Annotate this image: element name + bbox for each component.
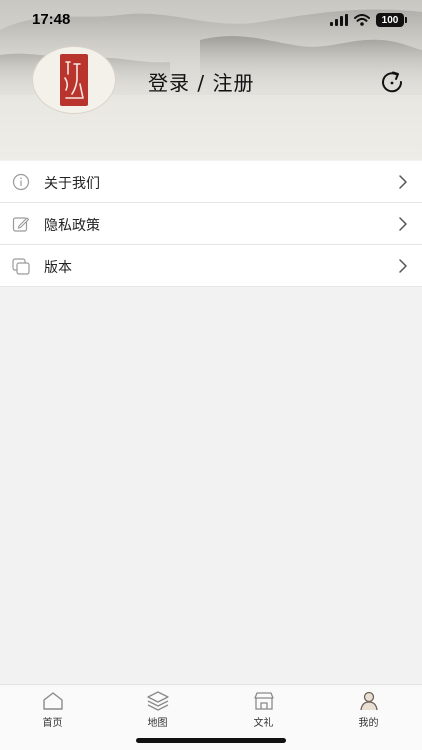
wifi-icon — [354, 14, 370, 26]
tab-label: 我的 — [358, 718, 379, 729]
refresh-icon — [382, 71, 403, 93]
menu-item-about-us[interactable]: 关于我们 — [0, 161, 422, 203]
menu-item-label: 隐私政策 — [44, 218, 100, 234]
tab-profile[interactable]: 我的 — [316, 685, 421, 735]
home-indicator — [136, 738, 286, 743]
home-icon — [42, 692, 63, 710]
tab-culture[interactable]: 文礼 — [211, 685, 316, 735]
menu-item-privacy-policy[interactable]: 隐私政策 — [0, 203, 422, 245]
profile-header: 17:48 100 登录 / 注册 — [0, 0, 422, 160]
seal-glyph-icon — [64, 61, 84, 99]
menu-item-label: 关于我们 — [44, 176, 100, 192]
battery-level: 100 — [381, 14, 399, 26]
login-register-link[interactable]: 登录 / 注册 — [148, 67, 254, 96]
tab-label: 文礼 — [253, 718, 274, 729]
store-icon — [253, 692, 274, 710]
chevron-right-icon — [399, 217, 407, 231]
layers-icon — [146, 691, 169, 711]
menu-item-label: 版本 — [44, 260, 72, 276]
tab-label: 首页 — [42, 718, 63, 729]
menu-item-version[interactable]: 版本 — [0, 245, 422, 287]
chevron-right-icon — [399, 259, 407, 273]
version-icon — [12, 258, 30, 275]
info-icon — [12, 173, 30, 191]
avatar[interactable] — [32, 46, 116, 114]
edit-icon — [12, 217, 30, 232]
tab-home[interactable]: 首页 — [0, 685, 105, 735]
chevron-right-icon — [399, 175, 407, 189]
status-icons: 100 — [330, 13, 407, 27]
cellular-signal-icon — [330, 14, 348, 26]
refresh-button[interactable] — [380, 70, 406, 94]
seal-logo — [60, 54, 88, 106]
settings-menu: 关于我们 隐私政策 版本 — [0, 161, 422, 287]
tab-label: 地图 — [147, 718, 168, 729]
status-bar: 17:48 100 — [0, 0, 422, 40]
status-time: 17:48 — [32, 11, 71, 28]
profile-icon — [359, 691, 378, 711]
battery-icon: 100 — [376, 13, 407, 27]
tab-map[interactable]: 地图 — [105, 685, 210, 735]
